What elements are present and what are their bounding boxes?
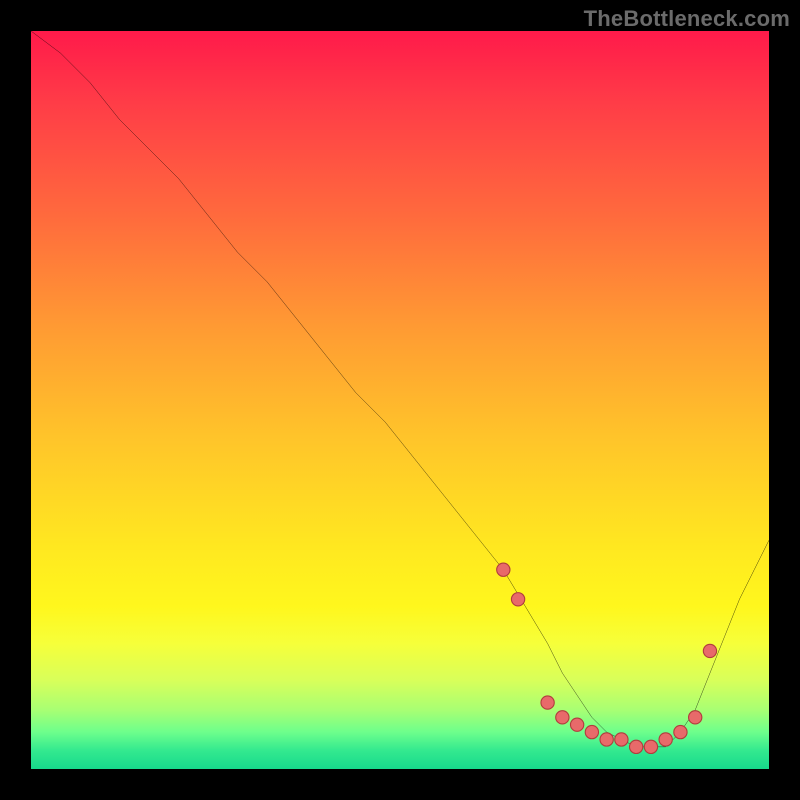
highlight-point	[497, 563, 510, 576]
chart-frame: TheBottleneck.com	[0, 0, 800, 800]
highlight-point	[585, 725, 598, 738]
highlight-point	[630, 740, 643, 753]
chart-plot-area	[31, 31, 769, 769]
highlight-point	[689, 711, 702, 724]
highlight-point	[511, 593, 524, 606]
highlight-point	[674, 725, 687, 738]
chart-svg	[31, 31, 769, 769]
highlight-point	[659, 733, 672, 746]
highlight-point	[615, 733, 628, 746]
highlight-point	[703, 644, 716, 657]
highlight-point	[644, 740, 657, 753]
highlight-point	[556, 711, 569, 724]
highlight-point	[600, 733, 613, 746]
highlight-points-group	[497, 563, 717, 753]
watermark-text: TheBottleneck.com	[584, 6, 790, 32]
bottleneck-curve	[31, 31, 769, 747]
curve-group	[31, 31, 769, 747]
highlight-point	[570, 718, 583, 731]
highlight-point	[541, 696, 554, 709]
